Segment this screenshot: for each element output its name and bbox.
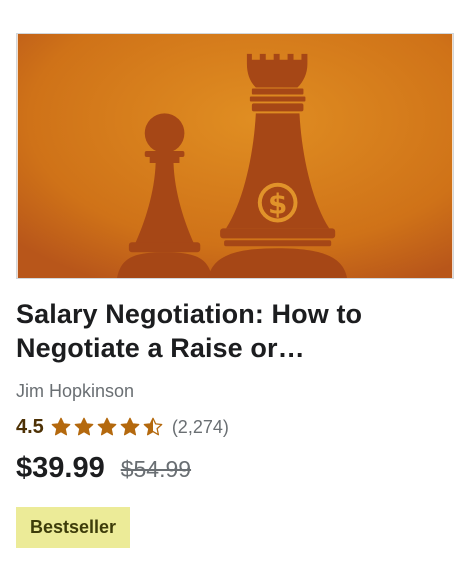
star-half-icon bbox=[142, 416, 164, 438]
current-price: $39.99 bbox=[16, 452, 105, 484]
chess-pieces-icon: $ bbox=[17, 34, 453, 278]
dollar-emblem: $ bbox=[257, 182, 298, 223]
star-full-icon bbox=[119, 416, 141, 438]
rating-value: 4.5 bbox=[16, 415, 44, 438]
original-price: $54.99 bbox=[120, 456, 192, 482]
price-row: $39.99 $54.99 bbox=[16, 452, 454, 485]
course-card[interactable]: $ Salary Negotiation: How to Negotiate a… bbox=[16, 33, 454, 548]
course-title[interactable]: Salary Negotiation: How to Negotiate a R… bbox=[16, 297, 436, 365]
star-rating bbox=[50, 416, 164, 438]
star-full-icon bbox=[73, 416, 95, 438]
course-thumbnail[interactable]: $ bbox=[16, 33, 454, 279]
instructor-name: Jim Hopkinson bbox=[16, 381, 135, 401]
rating-count: (2,274) bbox=[171, 416, 229, 437]
svg-text:$: $ bbox=[268, 188, 287, 221]
bestseller-badge: Bestseller bbox=[16, 507, 131, 548]
rating-row: 4.5 (2,274) bbox=[16, 412, 454, 442]
star-full-icon bbox=[50, 416, 72, 438]
star-full-icon bbox=[96, 416, 118, 438]
